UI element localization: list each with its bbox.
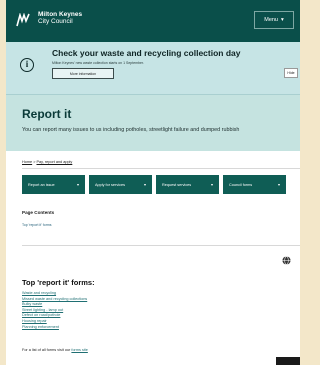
globe-icon[interactable]: [282, 256, 291, 265]
page-contents-heading: Page Contents: [22, 210, 55, 215]
divider: [22, 245, 300, 246]
menu-label: Menu: [264, 17, 278, 23]
footer-note-text: For a list of all forms visit our: [22, 348, 71, 352]
page: Milton Keynes City Council Menu ▾ i Chec…: [6, 0, 300, 365]
form-link[interactable]: Bulky waste: [22, 302, 42, 306]
apply-for-services-button[interactable]: Apply for services ▾: [89, 175, 152, 194]
council-name-line2: City Council: [38, 18, 73, 25]
form-link[interactable]: Defect on road/pothole: [22, 313, 60, 317]
council-name-line1: Milton Keynes: [38, 11, 83, 18]
button-label: Apply for services: [95, 182, 125, 187]
chevron-down-icon: ▾: [210, 182, 213, 187]
forms-footer-note: For a list of all forms visit our forms …: [22, 348, 88, 352]
breadcrumb-current-link[interactable]: Pay, report and apply: [36, 160, 72, 164]
alert-title: Check your waste and recycling collectio…: [52, 48, 241, 58]
info-icon: i: [20, 58, 34, 72]
top-forms-list: Waste and recycling Missed waste and rec…: [22, 291, 87, 330]
form-link[interactable]: Street lighting - lamp out: [22, 308, 63, 312]
hero-section: Report it You can report many issues to …: [6, 95, 300, 151]
request-services-button[interactable]: Request services ▾: [156, 175, 219, 194]
list-item: Planning enforcement: [22, 325, 87, 331]
breadcrumb-home-link[interactable]: Home: [22, 160, 32, 164]
council-name[interactable]: Milton Keynes City Council: [38, 11, 82, 25]
council-logo-icon[interactable]: [16, 13, 30, 27]
form-link[interactable]: Housing repair: [22, 319, 47, 323]
form-link[interactable]: Missed waste and recycling collections: [22, 297, 87, 301]
chevron-down-icon: ▾: [143, 182, 146, 187]
button-label: Request services: [162, 182, 192, 187]
alert-banner: i Check your waste and recycling collect…: [6, 42, 300, 95]
hide-button[interactable]: Hide: [284, 68, 298, 78]
chevron-down-icon: ▾: [281, 17, 284, 23]
page-title: Report it: [22, 107, 72, 121]
site-header: Milton Keynes City Council Menu ▾: [6, 0, 300, 42]
button-label: Report an issue: [28, 182, 55, 187]
page-contents-link[interactable]: Top 'report it' forms: [22, 223, 52, 227]
alert-subtitle: Milton Keynes' new waste collection star…: [52, 61, 144, 65]
council-forms-button[interactable]: Council forms ▾: [223, 175, 286, 194]
chevron-down-icon: ▾: [277, 182, 280, 187]
menu-button[interactable]: Menu ▾: [254, 11, 294, 29]
divider: [22, 168, 300, 169]
form-link[interactable]: Planning enforcement: [22, 325, 59, 329]
more-information-button[interactable]: More information: [52, 68, 114, 79]
top-forms-heading: Top 'report it' forms:: [22, 278, 95, 287]
corner-widget[interactable]: [276, 357, 300, 365]
forms-site-link[interactable]: forms site: [71, 348, 87, 352]
report-an-issue-button[interactable]: Report an issue ▾: [22, 175, 85, 194]
breadcrumb: Home > Pay, report and apply: [22, 160, 72, 164]
form-link[interactable]: Waste and recycling: [22, 291, 56, 295]
button-label: Council forms: [229, 182, 253, 187]
page-description: You can report many issues to us includi…: [22, 127, 240, 133]
service-buttons: Report an issue ▾ Apply for services ▾ R…: [22, 175, 286, 194]
chevron-down-icon: ▾: [76, 182, 79, 187]
